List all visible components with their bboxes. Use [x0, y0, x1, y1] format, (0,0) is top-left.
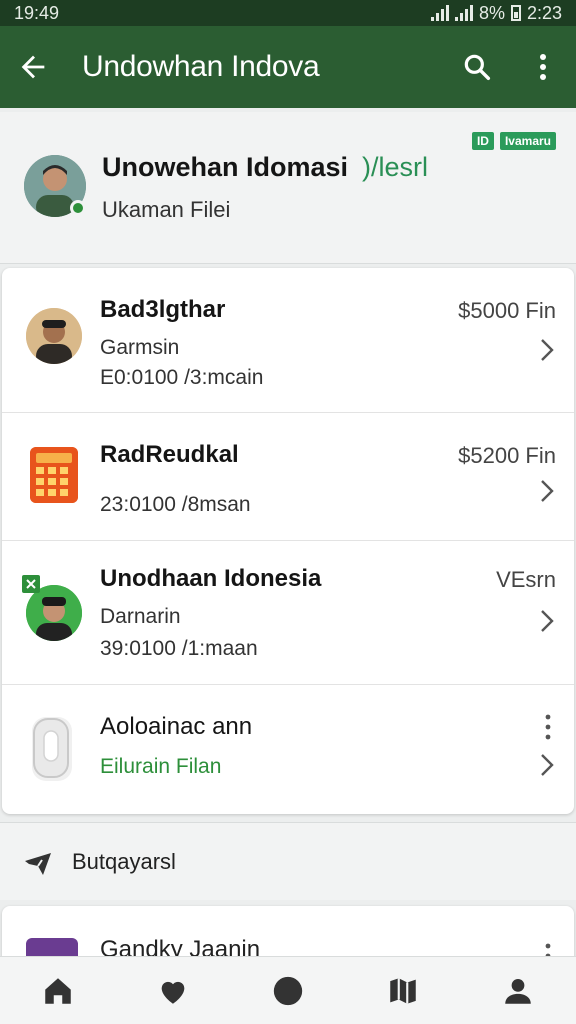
battery-icon — [510, 5, 521, 21]
profile-card[interactable]: Unowehan Idomasi )/lesrl Ukaman Filei ID… — [0, 112, 576, 264]
chevron-right-icon — [541, 754, 554, 776]
profile-tags: ID Ivamaru — [471, 132, 556, 150]
item-amount: $5200 Fin — [458, 443, 556, 468]
bottom-navigation — [0, 956, 576, 1024]
tag-badge: Ivamaru — [499, 132, 556, 150]
chevron-right-icon — [541, 480, 554, 502]
chevron-right-icon — [541, 610, 554, 632]
item-amount: VEsrn — [496, 567, 556, 592]
more-button[interactable] — [510, 26, 576, 108]
chevron-right-icon — [541, 339, 554, 361]
home-icon — [44, 977, 71, 1004]
item-subtitle: Garmsin — [100, 336, 180, 359]
nav-profile[interactable] — [461, 957, 576, 1024]
item-amount: $5000 Fin — [458, 298, 556, 323]
more-vert-icon — [540, 54, 546, 80]
status-bar: 19:49 8% 2:23 — [0, 0, 576, 26]
app-bar: Undowhan Indova — [0, 26, 576, 108]
status-icons: 8% 2:23 — [430, 2, 562, 24]
moon-icon — [273, 976, 303, 1005]
calculator-icon — [30, 447, 78, 503]
online-status-dot — [70, 200, 86, 216]
device-icon — [32, 717, 72, 781]
list-item[interactable]: Unodhaan Idonesia Darnarin 39:0100 /1:ma… — [2, 540, 574, 684]
item-title: RadReudkal — [100, 441, 239, 468]
item-title: Aoloainac ann — [100, 713, 253, 740]
item-meta: E0:0100 /3:mcain — [100, 366, 264, 389]
profile-name: Unowehan Idomasi — [102, 152, 349, 182]
item-subtitle: Darnarin — [100, 605, 181, 628]
list-item[interactable]: Aoloainac ann Eilurain Filan — [2, 684, 574, 814]
more-vert-icon[interactable] — [544, 713, 552, 741]
app-bar-title: Undowhan Indova — [82, 50, 320, 83]
battery-text: 8% — [478, 2, 505, 23]
profile-name-extra: )/lesrl — [362, 152, 428, 182]
profile-icon — [505, 978, 532, 1004]
nav-activity[interactable] — [230, 957, 345, 1024]
profile-subtitle: Ukaman Filei — [102, 197, 231, 222]
list-item[interactable]: Bad3lgthar Garmsin E0:0100 /3:mcain $500… — [2, 268, 574, 412]
signal-icon — [430, 5, 449, 21]
search-button[interactable] — [444, 26, 510, 108]
arrow-left-icon — [21, 55, 45, 79]
map-icon — [390, 977, 416, 1004]
person-avatar — [26, 308, 82, 364]
status-time-left: 19:49 — [14, 2, 60, 23]
nav-map[interactable] — [346, 957, 461, 1024]
section-header[interactable]: Butqayarsl — [0, 822, 576, 900]
tag-badge: ID — [471, 132, 494, 150]
item-meta: 39:0100 /1:maan — [100, 637, 258, 660]
search-icon — [464, 54, 491, 81]
signal-icon — [454, 5, 473, 21]
list-item[interactable]: RadReudkal 23:0100 /8msan $5200 Fin — [2, 412, 574, 540]
plane-icon — [25, 853, 51, 875]
nav-home[interactable] — [0, 957, 115, 1024]
nav-favorites[interactable] — [115, 957, 230, 1024]
badge-icon — [22, 575, 40, 593]
person-avatar — [26, 585, 82, 641]
item-meta: 23:0100 /8msan — [100, 493, 251, 516]
back-button[interactable] — [0, 26, 66, 108]
status-time-right: 2:23 — [526, 2, 562, 23]
item-title: Bad3lgthar — [100, 296, 226, 323]
section-label: Butqayarsl — [72, 849, 176, 874]
item-title: Unodhaan Idonesia — [100, 565, 322, 592]
transaction-list: Bad3lgthar Garmsin E0:0100 /3:mcain $500… — [2, 268, 574, 814]
heart-icon — [161, 981, 185, 1004]
item-subtitle: Eilurain Filan — [100, 755, 222, 778]
